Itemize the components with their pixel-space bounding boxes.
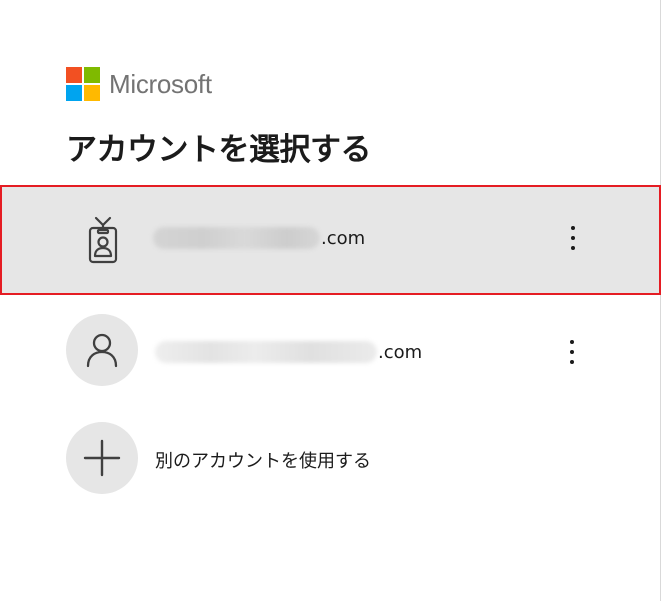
account-tile-personal[interactable]: .com (0, 297, 661, 407)
email-domain: .com (378, 341, 423, 363)
redacted-email-local (155, 341, 377, 363)
use-another-account-label: 別のアカウントを使用する (155, 451, 371, 472)
use-another-account-tile[interactable]: 別のアカウントを使用する (0, 405, 661, 515)
more-options-button[interactable] (558, 185, 588, 291)
more-vertical-icon (571, 226, 575, 250)
microsoft-wordmark: Microsoft (109, 69, 212, 99)
plus-icon (66, 422, 138, 494)
redacted-email-local (153, 227, 320, 249)
email-domain: .com (321, 227, 366, 249)
more-vertical-icon (570, 340, 574, 364)
badge-id-icon (67, 204, 139, 276)
person-icon (66, 314, 138, 386)
account-picker-page: Microsoft アカウントを選択する .com .com 別のアカウントを使… (0, 0, 661, 601)
account-email: .com (155, 297, 422, 407)
more-options-button[interactable] (557, 297, 587, 407)
account-tile-work[interactable]: .com (0, 185, 661, 295)
microsoft-logo: Microsoft (66, 67, 212, 101)
page-title: アカウントを選択する (66, 132, 372, 168)
microsoft-squares-icon (66, 67, 100, 101)
account-email: .com (153, 185, 365, 291)
